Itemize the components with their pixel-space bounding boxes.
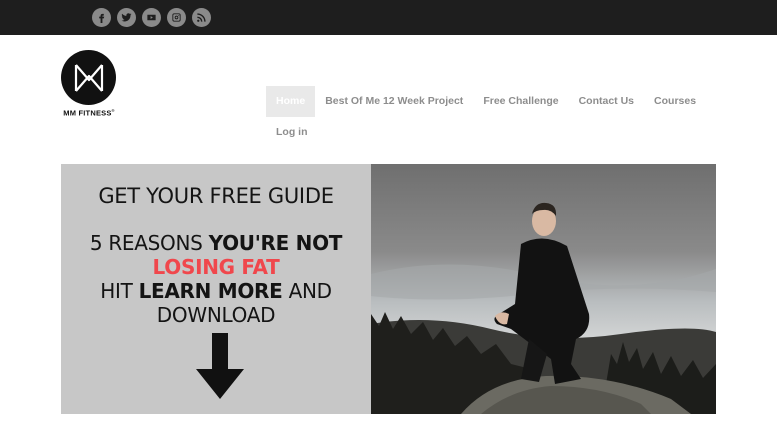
nav-item-free-challenge[interactable]: Free Challenge — [473, 86, 568, 117]
nav-item-contact-us[interactable]: Contact Us — [569, 86, 644, 117]
hero-line3-c: AND — [282, 279, 332, 303]
down-arrow-icon — [196, 333, 244, 399]
instagram-icon[interactable] — [167, 8, 186, 27]
nav-row-secondary: Log in — [266, 117, 706, 148]
facebook-icon[interactable] — [92, 8, 111, 27]
nav-item-courses[interactable]: Courses — [644, 86, 706, 117]
hero-line4: DOWNLOAD — [156, 303, 276, 327]
top-bar — [0, 0, 777, 35]
nav-row-primary: Home Best Of Me 12 Week Project Free Cha… — [266, 86, 706, 117]
youtube-icon[interactable] — [142, 8, 161, 27]
hero-photo — [371, 164, 716, 414]
social-links — [92, 8, 211, 27]
hero-line1-b: YOU'RE NOT — [208, 231, 343, 255]
nav-item-login[interactable]: Log in — [266, 117, 318, 148]
main-nav: Home Best Of Me 12 Week Project Free Cha… — [266, 86, 706, 148]
hero-line3-a: HIT — [100, 279, 139, 303]
hero-banner[interactable]: GET YOUR FREE GUIDE 5 REASONS YOU'RE NOT… — [61, 164, 716, 414]
nav-item-home[interactable]: Home — [266, 86, 316, 117]
hero-line1-a: 5 REASONS — [89, 231, 209, 255]
hero-photo-image — [371, 164, 716, 414]
logo-mark-icon — [61, 50, 116, 105]
twitter-icon[interactable] — [117, 8, 136, 27]
brand-logo[interactable]: MM FITNESS® — [61, 50, 117, 118]
hero-text-panel: GET YOUR FREE GUIDE 5 REASONS YOU'RE NOT… — [61, 164, 371, 414]
brand-name: MM FITNESS® — [63, 108, 115, 118]
hero-title: GET YOUR FREE GUIDE — [98, 184, 334, 208]
nav-item-best-of-me[interactable]: Best Of Me 12 Week Project — [315, 86, 473, 117]
hero-body: 5 REASONS YOU'RE NOT LOSING FAT HIT LEAR… — [61, 231, 371, 327]
hero-line2: LOSING FAT — [152, 255, 280, 279]
hero-line3-b: LEARN MORE — [138, 279, 283, 303]
rss-icon[interactable] — [192, 8, 211, 27]
